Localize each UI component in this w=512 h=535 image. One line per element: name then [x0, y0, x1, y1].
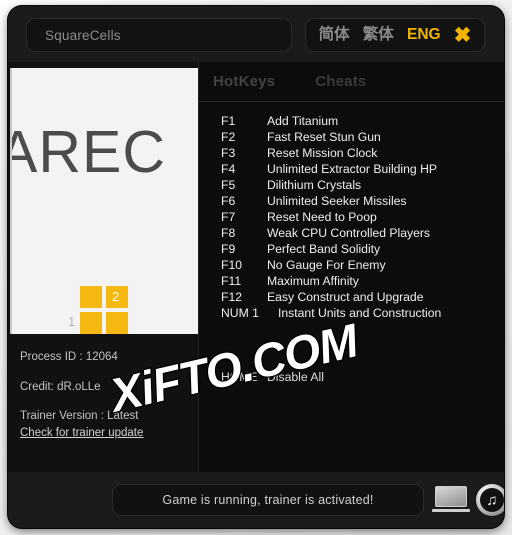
close-icon[interactable]: ✖ — [452, 25, 474, 46]
hotkey-row[interactable]: F8 Weak CPU Controlled Players — [199, 226, 504, 242]
tab-cheats[interactable]: Cheats — [315, 73, 366, 90]
hotkey-label: Easy Construct and Upgrade — [267, 290, 424, 304]
process-id-label: Process ID : 12064 — [20, 351, 118, 363]
cover-cell-bottom-left — [80, 312, 102, 334]
hotkey-key: NUM 1 — [221, 306, 259, 320]
game-cover-thumbnail: AREC 2 1 — [10, 68, 198, 334]
cover-cell-top-left — [80, 286, 102, 308]
hotkey-label: Reset Need to Poop — [267, 210, 377, 224]
hotkey-key: F4 — [221, 162, 236, 176]
language-button-english[interactable]: ENG — [405, 25, 443, 45]
hotkey-label: Weak CPU Controlled Players — [267, 226, 431, 240]
credit-label: Credit: dR.oLLe — [20, 380, 101, 393]
music-note-icon[interactable]: ♫ — [476, 484, 504, 516]
laptop-screen-shape — [435, 486, 467, 507]
cover-cell-bottom-right — [106, 312, 128, 334]
cover-cell-number-top: 2 — [112, 289, 120, 304]
game-title-field[interactable]: SquareCells — [26, 18, 292, 52]
trainer-version-label: Trainer Version : Latest — [20, 410, 139, 423]
right-hotkeys-panel: HotKeys Cheats F1 Add Titanium F2 Fast R… — [199, 62, 504, 472]
hotkey-row[interactable]: F1 Add Titanium — [199, 114, 504, 130]
hotkey-label: Reset Mission Clock — [267, 146, 378, 160]
hotkey-key: F5 — [221, 178, 236, 192]
hotkey-row[interactable]: F3 Reset Mission Clock — [199, 146, 504, 162]
cover-cell-number-bottom: 1 — [68, 314, 76, 329]
hotkey-label: Unlimited Seeker Missiles — [267, 194, 407, 208]
hotkey-key: F9 — [221, 242, 236, 256]
hotkey-row[interactable]: F7 Reset Need to Poop — [199, 210, 504, 226]
trainer-window: SquareCells 简体 繁体 ENG ✖ AREC 2 1 Process… — [8, 6, 504, 528]
desktop-background: SquareCells 简体 繁体 ENG ✖ AREC 2 1 Process… — [0, 0, 512, 535]
hotkey-label: No Gauge For Enemy — [267, 258, 386, 272]
status-bar: Game is running, trainer is activated! — [112, 484, 424, 516]
cover-grid-graphic: 2 1 — [68, 286, 128, 334]
music-note-glyph: ♫ — [480, 488, 504, 512]
language-button-traditional[interactable]: 繁体 — [361, 25, 396, 45]
hotkey-row[interactable]: F12 Easy Construct and Upgrade — [199, 290, 504, 306]
hotkey-row[interactable]: F10 No Gauge For Enemy — [199, 258, 504, 274]
left-info-panel: AREC 2 1 Process ID : 12064 Credit: dR.o… — [8, 62, 199, 472]
tab-bar: HotKeys Cheats — [199, 62, 504, 102]
cover-title-text: AREC — [10, 119, 166, 185]
status-text: Game is running, trainer is activated! — [162, 493, 374, 507]
hotkey-label: Fast Reset Stun Gun — [267, 130, 381, 144]
disable-all-row[interactable]: HOME Disable All — [221, 370, 324, 384]
hotkey-row[interactable]: F2 Fast Reset Stun Gun — [199, 130, 504, 146]
hotkey-key: F2 — [221, 130, 236, 144]
check-for-update-link[interactable]: Check for trainer update — [20, 427, 143, 439]
hotkey-row[interactable]: F6 Unlimited Seeker Missiles — [199, 194, 504, 210]
window-top-bar: SquareCells 简体 繁体 ENG ✖ — [8, 6, 504, 62]
hotkey-key: F11 — [221, 274, 242, 288]
hotkey-row[interactable]: F11 Maximum Affinity — [199, 274, 504, 290]
hotkey-label: Instant Units and Construction — [278, 306, 442, 320]
hotkey-key: F1 — [221, 114, 236, 128]
language-selector-group: 简体 繁体 ENG ✖ — [305, 18, 485, 52]
window-body: AREC 2 1 Process ID : 12064 Credit: dR.o… — [8, 62, 504, 472]
hotkey-row[interactable]: NUM 1 Instant Units and Construction — [199, 306, 504, 322]
laptop-base-shape — [432, 509, 470, 512]
hotkey-key: F8 — [221, 226, 236, 240]
hotkey-row[interactable]: F5 Dilithium Crystals — [199, 178, 504, 194]
language-button-simplified[interactable]: 简体 — [317, 25, 352, 45]
hotkey-row[interactable]: F9 Perfect Band Solidity — [199, 242, 504, 258]
disable-all-key: HOME — [221, 370, 258, 384]
hotkey-key: F10 — [221, 258, 243, 272]
hotkey-key: F12 — [221, 290, 243, 304]
tab-hotkeys[interactable]: HotKeys — [213, 73, 275, 90]
hotkey-label: Maximum Affinity — [267, 274, 359, 288]
hotkey-row[interactable]: F4 Unlimited Extractor Building HP — [199, 162, 504, 178]
hotkey-label: Perfect Band Solidity — [267, 242, 381, 256]
disable-all-label: Disable All — [267, 370, 324, 384]
window-bottom-bar: Game is running, trainer is activated! ♫ — [8, 472, 504, 528]
hotkey-key: F7 — [221, 210, 236, 224]
hotkey-label: Dilithium Crystals — [267, 178, 362, 192]
hotkey-list: F1 Add Titanium F2 Fast Reset Stun Gun F… — [199, 114, 504, 322]
laptop-icon[interactable] — [432, 486, 470, 514]
hotkey-label: Unlimited Extractor Building HP — [267, 162, 438, 176]
trainer-info-block: Process ID : 12064 Credit: dR.oLLe Train… — [20, 350, 196, 441]
hotkey-key: F3 — [221, 146, 236, 160]
hotkey-key: F6 — [221, 194, 236, 208]
hotkey-label: Add Titanium — [267, 114, 339, 128]
game-title-text: SquareCells — [45, 27, 121, 43]
